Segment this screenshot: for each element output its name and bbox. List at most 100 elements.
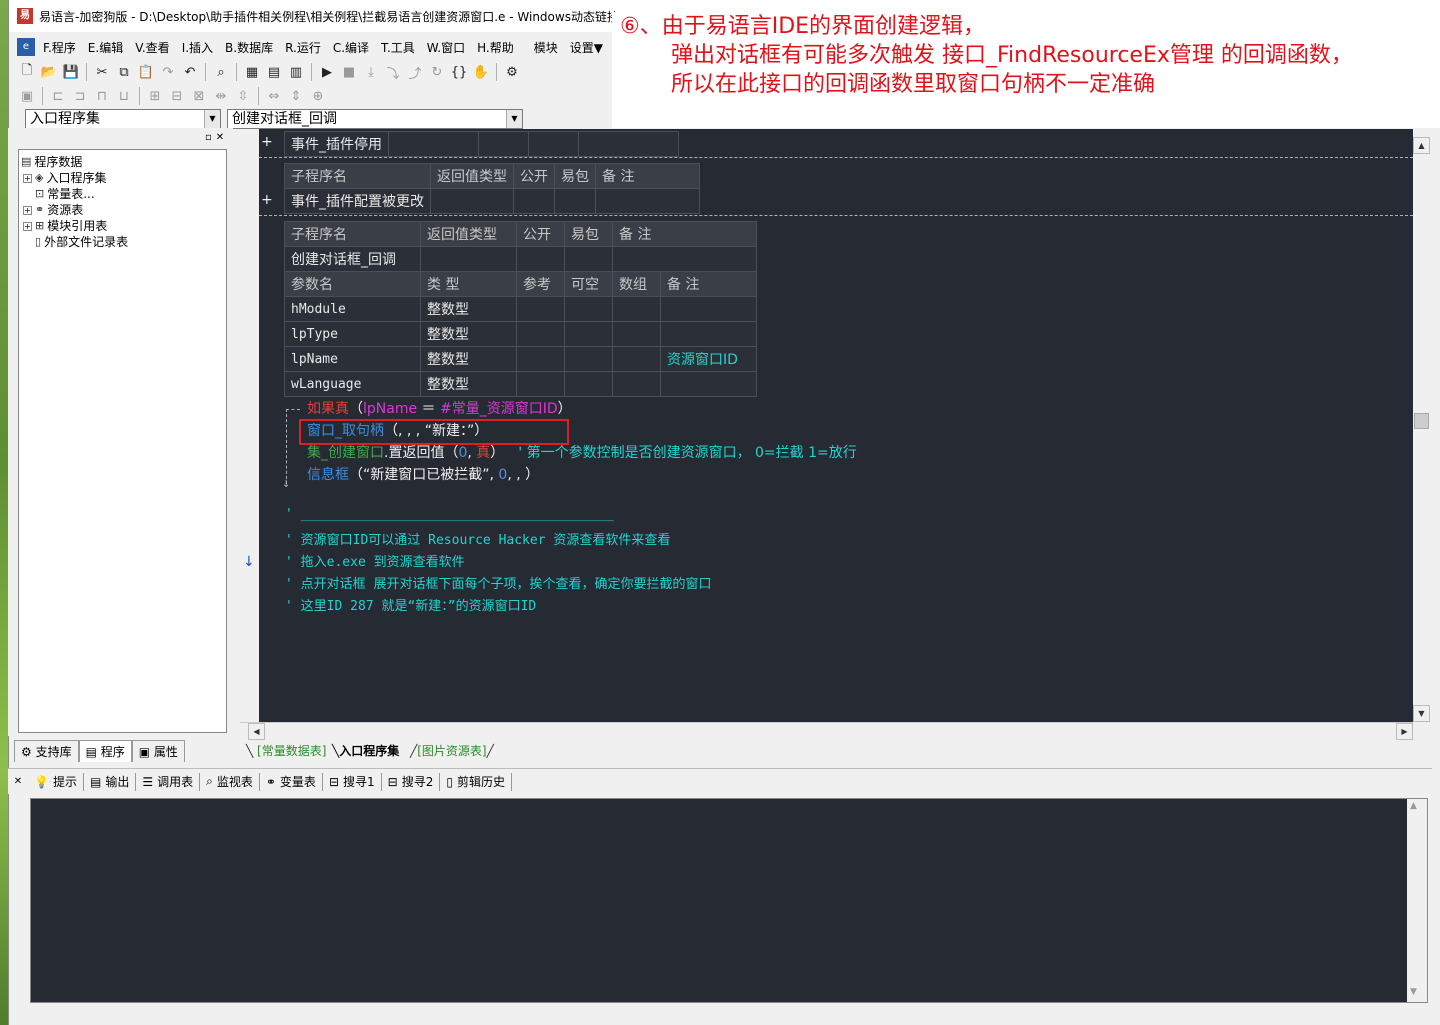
output-area[interactable]	[30, 798, 1428, 1003]
param-note[interactable]	[660, 321, 757, 347]
tab-image-resources[interactable]: ╱[图片资源表]╱	[410, 742, 494, 760]
tree-item-entry[interactable]: + ◈ 入口程序集	[23, 170, 106, 186]
center-both-icon[interactable]: ⊕	[308, 86, 328, 106]
hspace-icon[interactable]: ⇹	[211, 86, 231, 106]
align-top-icon[interactable]: ⊓	[92, 86, 112, 106]
method-selector[interactable]: 创建对话框_回调 ▼	[227, 109, 523, 129]
new-file-icon[interactable]: 🗋	[17, 62, 37, 82]
code-line-msgbox[interactable]: 信息框（“新建窗口已被拦截”, 0, , ）	[307, 465, 539, 485]
run-icon[interactable]: ▶	[317, 62, 337, 82]
cut-icon[interactable]: ✂	[92, 62, 112, 82]
param-name[interactable]: hModule	[284, 296, 421, 322]
sub-name[interactable]: 事件_插件停用	[284, 131, 389, 157]
menu-run[interactable]: R.运行	[279, 39, 327, 56]
comment-line[interactable]: ' 资源窗口ID可以通过 Resource Hacker 资源查看软件来查看	[285, 531, 670, 551]
param-note[interactable]: 资源窗口ID	[660, 346, 757, 372]
menu-help[interactable]: H.帮助	[471, 39, 520, 56]
menu-view[interactable]: V.查看	[129, 39, 175, 56]
output-scrollbar[interactable]: ▲ ▼	[1407, 799, 1427, 1002]
comment-line[interactable]: ' 这里ID 287 就是“新建：”的资源窗口ID	[285, 597, 536, 617]
sub-name[interactable]: 创建对话框_回调	[284, 246, 421, 272]
same-size-icon[interactable]: ⊠	[189, 86, 209, 106]
step-icon[interactable]: ⤓	[361, 62, 381, 82]
open-folder-icon[interactable]: 📂	[39, 62, 59, 82]
tab-properties[interactable]: ▣ 属性	[131, 740, 185, 762]
menu-module[interactable]: 模块	[528, 39, 564, 56]
tab-entry-module[interactable]: ╲入口程序集	[332, 742, 399, 760]
tab-search2[interactable]: ⊟ 搜寻2	[382, 772, 441, 791]
menu-insert[interactable]: I.插入	[176, 39, 219, 56]
same-width-icon[interactable]: ⊞	[145, 86, 165, 106]
param-type[interactable]: 整数型	[420, 371, 517, 397]
param-row[interactable]: hModule 整数型	[284, 296, 757, 322]
param-note[interactable]	[660, 296, 757, 322]
plugin-icon[interactable]: ⚙	[502, 62, 522, 82]
layout2-icon[interactable]: ▤	[264, 62, 284, 82]
param-name[interactable]: wLanguage	[284, 371, 421, 397]
align-left-icon[interactable]: ⊏	[48, 86, 68, 106]
comment-line[interactable]: ' 拖入e.exe 到资源查看软件	[285, 553, 465, 573]
param-type[interactable]: 整数型	[420, 321, 517, 347]
menu-edit[interactable]: E.编辑	[82, 39, 129, 56]
restore-icon[interactable]: ▫	[205, 132, 216, 143]
param-note[interactable]	[660, 371, 757, 397]
hand-icon[interactable]: ✋	[471, 62, 491, 82]
chevron-down-icon[interactable]: ▼	[204, 110, 220, 128]
scroll-down-icon[interactable]: ▼	[1410, 987, 1417, 997]
stop-icon[interactable]: ■	[339, 62, 359, 82]
tab-constants[interactable]: ╲ [常量数据表]	[246, 742, 326, 760]
save-icon[interactable]: 💾	[61, 62, 81, 82]
stepin-icon[interactable]: ⤵	[383, 62, 403, 82]
same-height-icon[interactable]: ⊟	[167, 86, 187, 106]
menu-settings[interactable]: 设置▼	[564, 39, 609, 56]
param-type[interactable]: 整数型	[420, 296, 517, 322]
tree-item-resources[interactable]: + ⚭ 资源表	[23, 202, 83, 218]
tab-output[interactable]: ▤ 输出	[84, 772, 137, 791]
scroll-right-icon[interactable]: ▶	[1396, 723, 1413, 740]
comment-line[interactable]: ' ______________________________________…	[285, 505, 614, 525]
param-row[interactable]: lpName 整数型 资源窗口ID	[284, 346, 757, 372]
undo-icon[interactable]: ↶	[180, 62, 200, 82]
param-type[interactable]: 整数型	[420, 346, 517, 372]
layout3-icon[interactable]: ▥	[286, 62, 306, 82]
sub-name[interactable]: 事件_插件配置被更改	[284, 188, 431, 214]
tab-variables[interactable]: ⚭ 变量表	[260, 772, 323, 791]
layout1-icon[interactable]: ▦	[242, 62, 262, 82]
param-row[interactable]: wLanguage 整数型	[284, 371, 757, 397]
param-name[interactable]: lpName	[284, 346, 421, 372]
stepout-icon[interactable]: ⤴	[405, 62, 425, 82]
horizontal-scrollbar[interactable]: ◀ ▶	[240, 722, 1413, 740]
menu-tools[interactable]: T.工具	[375, 39, 421, 56]
tab-clip-history[interactable]: ▯ 剪辑历史	[440, 772, 512, 791]
code-line-set-return[interactable]: 集_创建窗口.置返回值（0, 真） ' 第一个参数控制是否创建资源窗口， 0=拦截…	[307, 443, 857, 463]
find-icon[interactable]: ⌕	[211, 62, 231, 82]
close-icon[interactable]: ✕	[216, 132, 228, 143]
paste-icon[interactable]: 📋	[136, 62, 156, 82]
close-icon[interactable]: ✕	[8, 776, 28, 787]
scroll-thumb[interactable]	[1414, 413, 1429, 429]
menu-file[interactable]: F.程序	[37, 39, 82, 56]
menu-compile[interactable]: C.编译	[327, 39, 375, 56]
scroll-left-icon[interactable]: ◀	[248, 723, 265, 740]
center-h-icon[interactable]: ⇔	[264, 86, 284, 106]
vertical-scrollbar[interactable]: ▲ ▼	[1413, 129, 1430, 722]
breakpoint-icon[interactable]: {}	[449, 62, 469, 82]
ide-logo-icon[interactable]: e	[17, 38, 35, 56]
tab-call-table[interactable]: ☰ 调用表	[136, 772, 201, 791]
copy-icon[interactable]: ⧉	[114, 62, 134, 82]
tree-item-constants[interactable]: ⊡ 常量表...	[35, 186, 95, 202]
scroll-up-icon[interactable]: ▲	[1413, 137, 1430, 154]
scroll-up-icon[interactable]: ▲	[1410, 801, 1417, 811]
param-name[interactable]: lpType	[284, 321, 421, 347]
scroll-down-icon[interactable]: ▼	[1413, 705, 1430, 722]
expand-icon[interactable]: +	[23, 205, 32, 215]
align-grid-icon[interactable]: ▣	[17, 86, 37, 106]
align-bottom-icon[interactable]: ⊔	[114, 86, 134, 106]
align-center-icon[interactable]: ⊐	[70, 86, 90, 106]
tree-root[interactable]: ▤ 程序数据	[21, 154, 82, 170]
expand-icon[interactable]: +	[261, 132, 273, 152]
menu-window[interactable]: W.窗口	[421, 39, 471, 56]
expand-icon[interactable]: +	[261, 190, 273, 210]
expand-icon[interactable]: +	[23, 221, 32, 231]
vspace-icon[interactable]: ⇳	[233, 86, 253, 106]
